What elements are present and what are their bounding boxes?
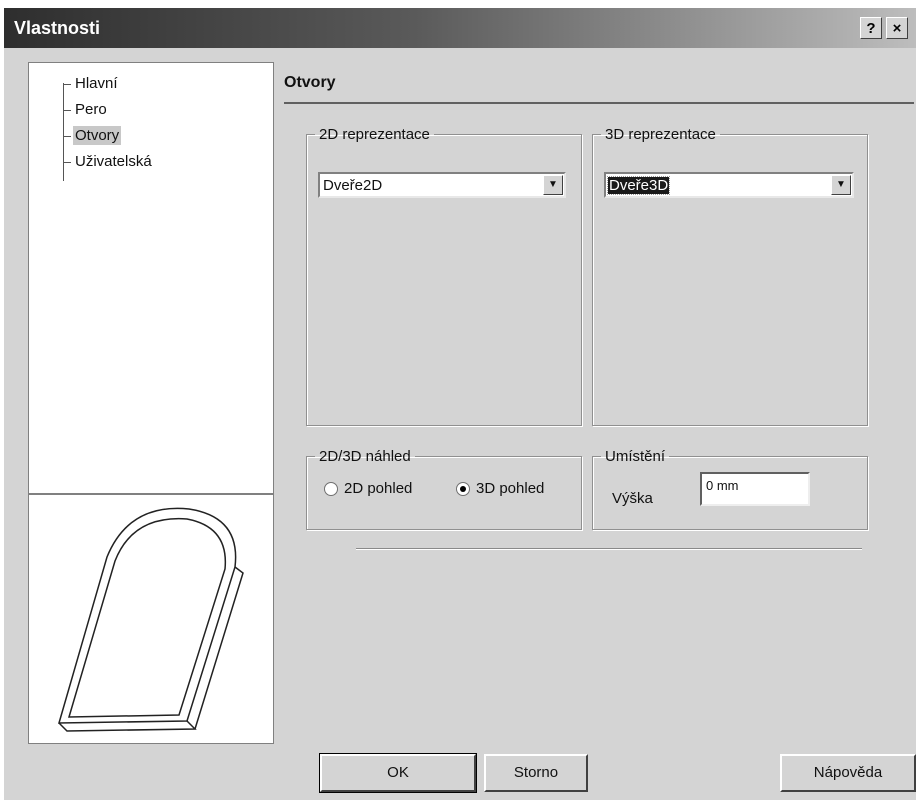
door-preview xyxy=(28,494,274,744)
group-legend: 2D/3D náhled xyxy=(319,448,411,465)
group-2d-representation: 2D reprezentace xyxy=(306,126,582,426)
category-tree: Hlavní Pero Otvory Uživatelská xyxy=(28,62,274,494)
cancel-button[interactable]: Storno xyxy=(484,754,588,792)
group-3d-representation: 3D reprezentace xyxy=(592,126,868,426)
combo-value: Dveře3D xyxy=(606,176,671,195)
tree-item-uzivatelska[interactable]: Uživatelská xyxy=(63,153,154,173)
tree-item-label: Otvory xyxy=(73,126,122,145)
properties-dialog: Vlastnosti ? × Hlavní Pero Otvory Uživat… xyxy=(4,8,916,800)
group-legend: 3D reprezentace xyxy=(605,126,716,143)
radio-3d-view[interactable]: 3D pohled xyxy=(456,480,544,497)
radio-label: 3D pohled xyxy=(476,480,545,497)
tree-item-label: Pero xyxy=(75,101,107,118)
tree-item-hlavni[interactable]: Hlavní xyxy=(63,75,120,95)
title-bar[interactable]: Vlastnosti ? × xyxy=(4,8,916,48)
close-icon[interactable]: × xyxy=(886,17,908,39)
group-legend: Umístění xyxy=(605,448,666,465)
combo-value: Dveře2D xyxy=(323,177,383,194)
radio-checked-icon[interactable] xyxy=(456,482,470,497)
separator xyxy=(356,548,862,550)
chevron-down-icon[interactable]: ▼ xyxy=(543,175,563,195)
combo-2d-representation[interactable]: Dveře2D ▼ xyxy=(318,172,566,198)
ok-button[interactable]: OK xyxy=(319,753,477,793)
group-legend: 2D reprezentace xyxy=(319,126,430,143)
height-label: Výška xyxy=(612,490,653,507)
help-button[interactable]: Nápověda xyxy=(780,754,916,792)
page-title: Otvory xyxy=(284,74,336,91)
radio-unchecked-icon[interactable] xyxy=(324,482,338,497)
tree-item-label: Hlavní xyxy=(75,75,118,92)
combo-3d-representation[interactable]: Dveře3D ▼ xyxy=(604,172,854,198)
door-outline-image xyxy=(57,507,244,732)
tree-item-pero[interactable]: Pero xyxy=(63,101,109,121)
height-input[interactable]: 0 mm xyxy=(700,472,810,506)
chevron-down-icon[interactable]: ▼ xyxy=(831,175,851,195)
question-icon[interactable]: ? xyxy=(860,17,882,39)
radio-2d-view[interactable]: 2D pohled xyxy=(324,480,412,497)
radio-label: 2D pohled xyxy=(344,480,413,497)
window-title: Vlastnosti xyxy=(14,18,101,38)
tree-item-label: Uživatelská xyxy=(75,153,152,170)
page-title-divider xyxy=(284,102,914,104)
tree-item-otvory[interactable]: Otvory xyxy=(63,126,122,147)
